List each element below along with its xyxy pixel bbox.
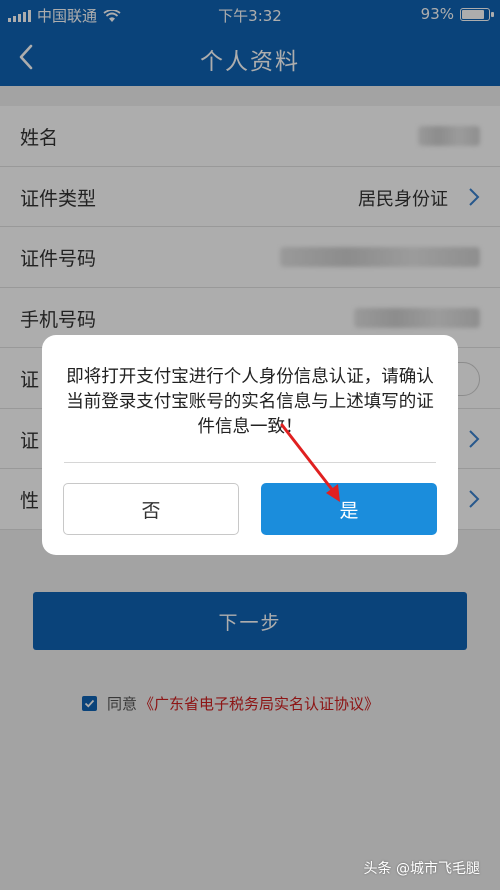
confirm-button[interactable]: 是 (261, 483, 437, 535)
dialog-divider (64, 462, 436, 463)
watermark: 头条 @城市飞毛腿 (363, 861, 480, 877)
confirm-dialog: 即将打开支付宝进行个人身份信息认证，请确认当前登录支付宝账号的实名信息与上述填写… (42, 335, 458, 555)
dialog-message: 即将打开支付宝进行个人身份信息认证，请确认当前登录支付宝账号的实名信息与上述填写… (66, 367, 434, 437)
cancel-button[interactable]: 否 (63, 483, 239, 535)
